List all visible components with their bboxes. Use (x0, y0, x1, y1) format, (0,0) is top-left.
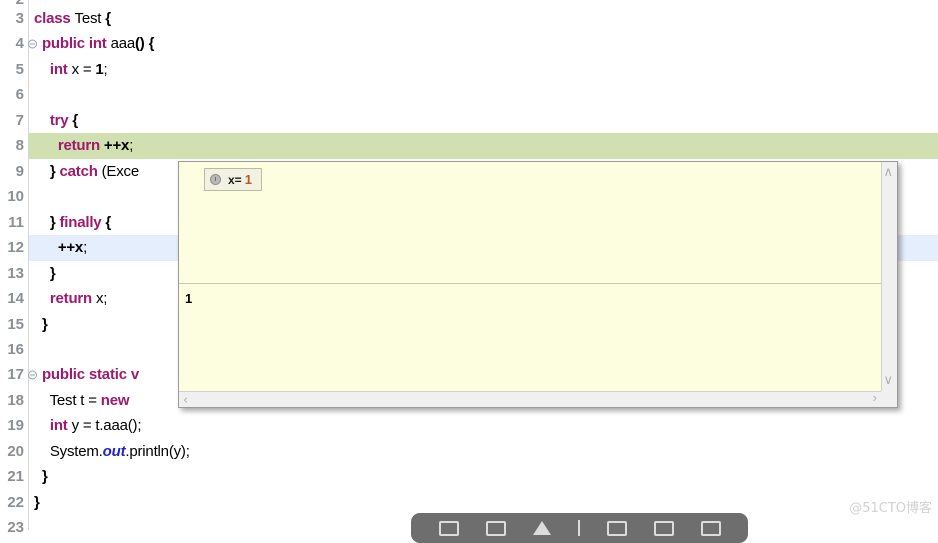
popup-expression-pane[interactable]: x= 1 (179, 162, 897, 284)
variable-tooltip: x= 1 (204, 168, 262, 191)
chevron-down-icon[interactable]: ∨ (883, 374, 893, 387)
code-line[interactable]: 3 class Test { (0, 6, 938, 32)
code-text: int x = 1; (49, 61, 108, 79)
line-number: 21 (0, 464, 28, 490)
code-text: } (41, 468, 48, 486)
variable-value-label: 1 (244, 172, 252, 187)
code-text: return ++x; (57, 137, 134, 155)
line-number: 17 (0, 362, 37, 388)
window-icon[interactable] (653, 520, 674, 536)
chevron-left-icon[interactable]: ‹ (183, 394, 188, 407)
line-number: 7 (0, 108, 28, 134)
code-text: System.out.println(y); (49, 443, 190, 461)
window-icon[interactable] (438, 520, 459, 536)
line-number: 18 (0, 388, 28, 414)
code-text: class Test { (34, 10, 111, 28)
line-number: 10 (0, 184, 28, 210)
popup-vertical-scrollbar[interactable]: ∧ ∨ (881, 162, 897, 391)
line-number: 11 (0, 210, 28, 236)
code-text: ++x; (57, 239, 88, 257)
code-text: } (34, 494, 40, 512)
code-line[interactable]: 20 System.out.println(y); (0, 439, 938, 465)
window-icon[interactable] (485, 520, 506, 536)
variable-icon (210, 174, 221, 185)
code-line[interactable]: 22} (0, 490, 938, 516)
line-number: 6 (0, 82, 28, 108)
result-value: 1 (185, 291, 193, 306)
scrollbar-corner (881, 391, 897, 407)
line-number: 3 (0, 6, 28, 32)
line-number: 15 (0, 312, 28, 338)
code-line[interactable]: 4 public int aaa() { (0, 31, 938, 57)
debug-inspect-popup[interactable]: x= 1 1 ∧ ∨ ‹ › (178, 161, 898, 408)
code-text: Test t = new (49, 392, 134, 410)
line-number: 9 (0, 159, 28, 185)
code-line[interactable]: 5 int x = 1; (0, 57, 938, 83)
cursor-icon[interactable] (532, 521, 551, 535)
line-number: 16 (0, 337, 28, 363)
line-number: 8 (0, 133, 28, 159)
code-text: } (41, 316, 48, 334)
code-line[interactable]: 6 (0, 82, 938, 108)
line-number: 23 (0, 515, 28, 541)
chevron-right-icon[interactable]: › (873, 390, 877, 405)
code-text: return x; (49, 290, 108, 308)
popup-horizontal-scrollbar[interactable]: ‹ (179, 391, 881, 407)
line-number: 19 (0, 413, 28, 439)
window-icon[interactable] (606, 520, 627, 536)
code-text: public static v (41, 366, 139, 384)
code-text: public int aaa() { (41, 35, 155, 53)
code-line[interactable]: 21 } (0, 464, 938, 490)
code-line[interactable]: 19 int y = t.aaa(); (0, 413, 938, 439)
line-highlight (29, 133, 938, 159)
code-text: int y = t.aaa(); (49, 417, 142, 435)
watermark: @51CTO博客 (849, 501, 932, 516)
variable-name-label: x= (228, 172, 242, 187)
floating-toolbar[interactable] (411, 513, 748, 543)
code-line[interactable]: 7 try { (0, 108, 938, 134)
line-number: 13 (0, 261, 28, 287)
line-number: 5 (0, 57, 28, 83)
code-text: } (49, 265, 56, 283)
code-line[interactable]: 8 return ++x; (0, 133, 938, 159)
code-text: } finally { (49, 214, 112, 232)
line-number: 22 (0, 490, 28, 516)
code-text: } catch (Exce (49, 163, 139, 181)
line-number: 14 (0, 286, 28, 312)
popup-result-pane[interactable]: 1 (179, 285, 897, 407)
line-number: 20 (0, 439, 28, 465)
line-number: 4 (0, 31, 37, 57)
window-icon[interactable] (700, 520, 721, 536)
separator-icon (577, 520, 580, 536)
chevron-up-icon[interactable]: ∧ (883, 166, 893, 179)
code-text: try { (49, 112, 79, 130)
line-number: 12 (0, 235, 28, 261)
